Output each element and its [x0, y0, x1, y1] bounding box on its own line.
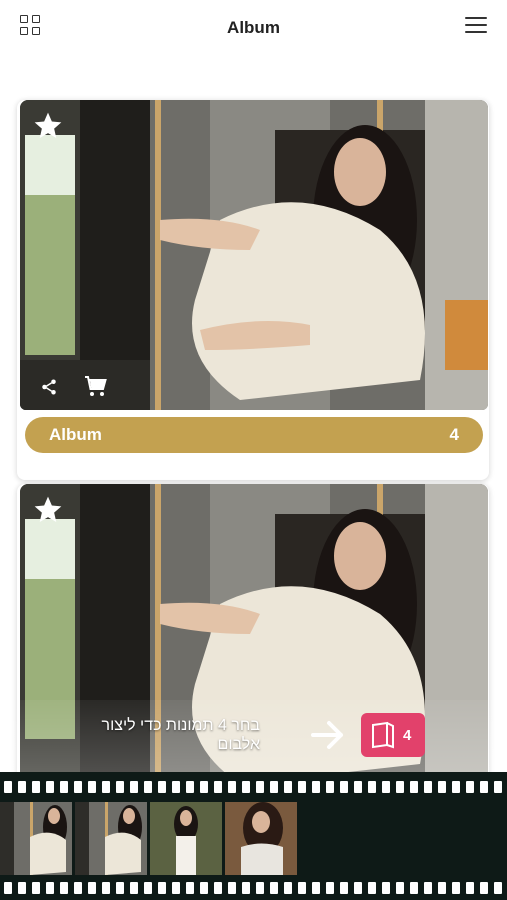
- filmstrip: [0, 772, 507, 900]
- album-photo[interactable]: [20, 100, 488, 410]
- album-card[interactable]: Album 4: [17, 100, 489, 480]
- thumbnail[interactable]: [150, 802, 222, 875]
- grid-icon[interactable]: [20, 15, 42, 37]
- thumbnail[interactable]: [225, 802, 297, 875]
- create-album-button[interactable]: 4: [361, 713, 425, 757]
- cart-icon[interactable]: [84, 374, 108, 398]
- photo-image: [20, 100, 488, 410]
- film-perforations: [0, 882, 507, 894]
- album-count: 4: [449, 425, 459, 444]
- thumbnail[interactable]: [75, 802, 147, 875]
- thumbnail[interactable]: [0, 802, 72, 875]
- star-icon[interactable]: [32, 494, 64, 526]
- star-icon[interactable]: [32, 110, 64, 142]
- selection-instruction: בחר 4 תמונות כדי ליצור אלבום: [101, 717, 260, 753]
- selected-count: 4: [403, 726, 412, 744]
- book-icon: [372, 721, 394, 749]
- arrow-right-icon[interactable]: [311, 720, 345, 750]
- thumbnail-list: [0, 802, 297, 875]
- page-title: Album: [227, 18, 280, 37]
- top-bar: Album: [0, 0, 507, 56]
- share-icon[interactable]: [40, 378, 58, 396]
- album-button[interactable]: Album 4: [25, 417, 483, 453]
- album-label: Album: [49, 425, 102, 444]
- menu-icon[interactable]: [465, 17, 487, 35]
- film-perforations: [0, 781, 507, 793]
